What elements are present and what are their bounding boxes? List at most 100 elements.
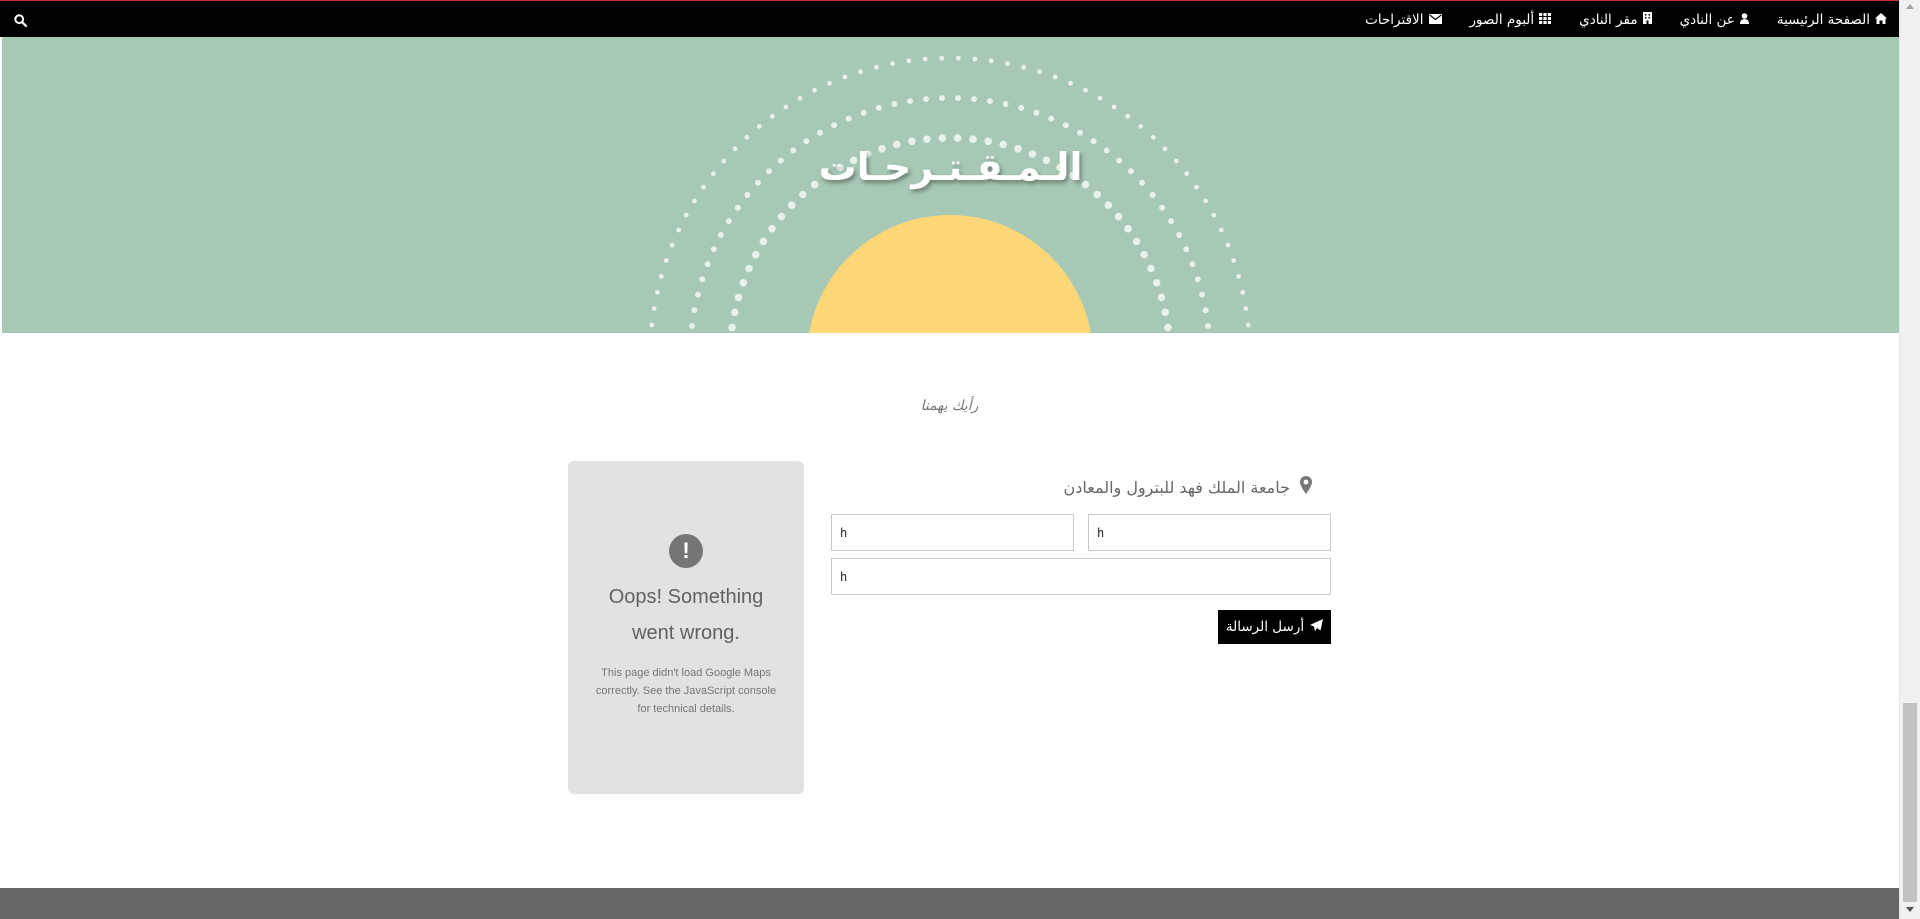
- send-button-label: أرسل الرسالة: [1225, 619, 1305, 635]
- decorative-dot: [1183, 246, 1190, 253]
- decorative-dot: [1077, 129, 1083, 136]
- decorative-dot: [744, 192, 751, 198]
- decorative-dot: [955, 95, 961, 102]
- decorative-dot: [875, 104, 882, 111]
- decorative-dot: [831, 122, 838, 129]
- decorative-dot: [669, 242, 675, 248]
- decorative-dot: [1097, 95, 1103, 101]
- nav-item-home[interactable]: الصفحة الرئيسية: [1777, 12, 1887, 28]
- hero-banner: الـمـقـتـرحـات: [2, 37, 1899, 333]
- nav-label: ألبوم الصور: [1469, 11, 1535, 28]
- decorative-dot: [971, 96, 977, 103]
- nav-label: مقر النادي: [1579, 11, 1638, 28]
- decorative-dot: [1138, 124, 1144, 129]
- decorative-dot: [972, 56, 978, 62]
- decorative-dot: [939, 95, 945, 102]
- envelope-icon: [1428, 12, 1442, 28]
- building-icon: [1642, 11, 1652, 28]
- decorative-dot: [745, 264, 753, 273]
- grid-icon: [1539, 12, 1552, 28]
- decorative-dot: [689, 323, 695, 329]
- decorative-dot: [1018, 104, 1025, 111]
- search-icon[interactable]: [12, 12, 28, 28]
- decorative-dot: [1150, 134, 1156, 140]
- decorative-dot: [704, 261, 711, 268]
- decorative-dot: [1083, 87, 1088, 93]
- email-field[interactable]: [831, 514, 1074, 551]
- decorative-dot: [651, 306, 657, 311]
- decorative-dot: [1147, 264, 1155, 273]
- footer: [0, 888, 1899, 919]
- location-line: جامعة الملك فهد للبترول والمعادن: [1000, 474, 1312, 500]
- nav-label: عن النادي: [1679, 11, 1735, 28]
- send-message-button[interactable]: أرسل الرسالة: [1218, 610, 1331, 644]
- decorative-dot: [817, 129, 823, 136]
- nav-item-suggestions[interactable]: الاقتراحات: [1365, 11, 1442, 28]
- sun-shape: [809, 215, 1091, 333]
- decorative-dot: [1037, 69, 1042, 75]
- google-map-error: ! Oops! Something went wrong. This page …: [568, 461, 804, 794]
- decorative-dot: [1152, 279, 1161, 287]
- decorative-dot: [691, 307, 698, 314]
- decorative-dot: [922, 56, 928, 62]
- decorative-dot: [874, 64, 879, 70]
- decorative-dot: [1194, 276, 1201, 283]
- decorative-dot: [1048, 115, 1055, 122]
- decorative-dot: [756, 124, 762, 129]
- decorative-dot: [1203, 198, 1208, 204]
- main-nav: الصفحة الرئيسية عن النادي مقر النادي ألب…: [1365, 1, 1887, 38]
- page-scrollbar[interactable]: [1899, 0, 1920, 919]
- decorative-dot: [1124, 224, 1132, 233]
- decorative-dot: [858, 69, 863, 75]
- decorative-dot: [769, 113, 775, 119]
- decorative-dot: [710, 246, 717, 253]
- exclamation-icon: !: [669, 534, 703, 568]
- scroll-up-arrow-icon[interactable]: [1906, 4, 1914, 9]
- decorative-dot: [1125, 113, 1131, 119]
- decorative-dot: [1218, 227, 1224, 233]
- nav-label: الاقتراحات: [1365, 11, 1424, 28]
- decorative-dot: [676, 227, 682, 233]
- decorative-dot: [1176, 232, 1183, 238]
- decorative-dot: [923, 135, 931, 143]
- decorative-dot: [799, 190, 807, 199]
- nav-item-headquarters[interactable]: مقر النادي: [1579, 11, 1652, 28]
- decorative-dot: [1205, 323, 1211, 329]
- decorative-dot: [1068, 80, 1073, 86]
- decorative-dot: [1225, 242, 1231, 248]
- map-marker-icon: [1300, 476, 1312, 498]
- page-title: الـمـقـتـرحـات: [818, 145, 1083, 189]
- decorative-dot: [752, 250, 760, 259]
- decorative-dot: [1093, 190, 1101, 199]
- decorative-dot: [654, 290, 660, 295]
- decorative-dot: [923, 96, 929, 103]
- decorative-dot: [1005, 61, 1010, 66]
- message-field[interactable]: [831, 558, 1331, 595]
- decorative-dot: [1002, 101, 1009, 107]
- decorative-dot: [739, 279, 748, 287]
- nav-item-photo-album[interactable]: ألبوم الصور: [1470, 12, 1552, 28]
- decorative-dot: [728, 323, 736, 332]
- decorative-dot: [860, 109, 867, 116]
- decorative-dot: [812, 87, 817, 93]
- map-error-title: Oops! Something went wrong.: [608, 586, 764, 644]
- decorative-dot: [663, 258, 669, 263]
- decorative-dot: [1245, 322, 1251, 328]
- decorative-dot: [683, 212, 689, 218]
- scroll-down-arrow-icon[interactable]: [1906, 907, 1914, 912]
- nav-item-about[interactable]: عن النادي: [1680, 12, 1749, 28]
- decorative-dot: [955, 55, 961, 61]
- decorative-dot: [842, 74, 848, 80]
- decorative-dot: [777, 212, 786, 221]
- decorative-dot: [725, 218, 732, 225]
- decorative-dot: [1159, 204, 1166, 211]
- decorative-dot: [1149, 192, 1156, 198]
- decorative-dot: [731, 308, 739, 317]
- scroll-thumb[interactable]: [1903, 703, 1917, 902]
- name-field[interactable]: [1088, 514, 1331, 551]
- decorative-dot: [1114, 212, 1123, 221]
- decorative-dot: [797, 95, 803, 101]
- decorative-dot: [1189, 261, 1196, 268]
- decorative-dot: [803, 138, 810, 145]
- decorative-dot: [939, 55, 945, 61]
